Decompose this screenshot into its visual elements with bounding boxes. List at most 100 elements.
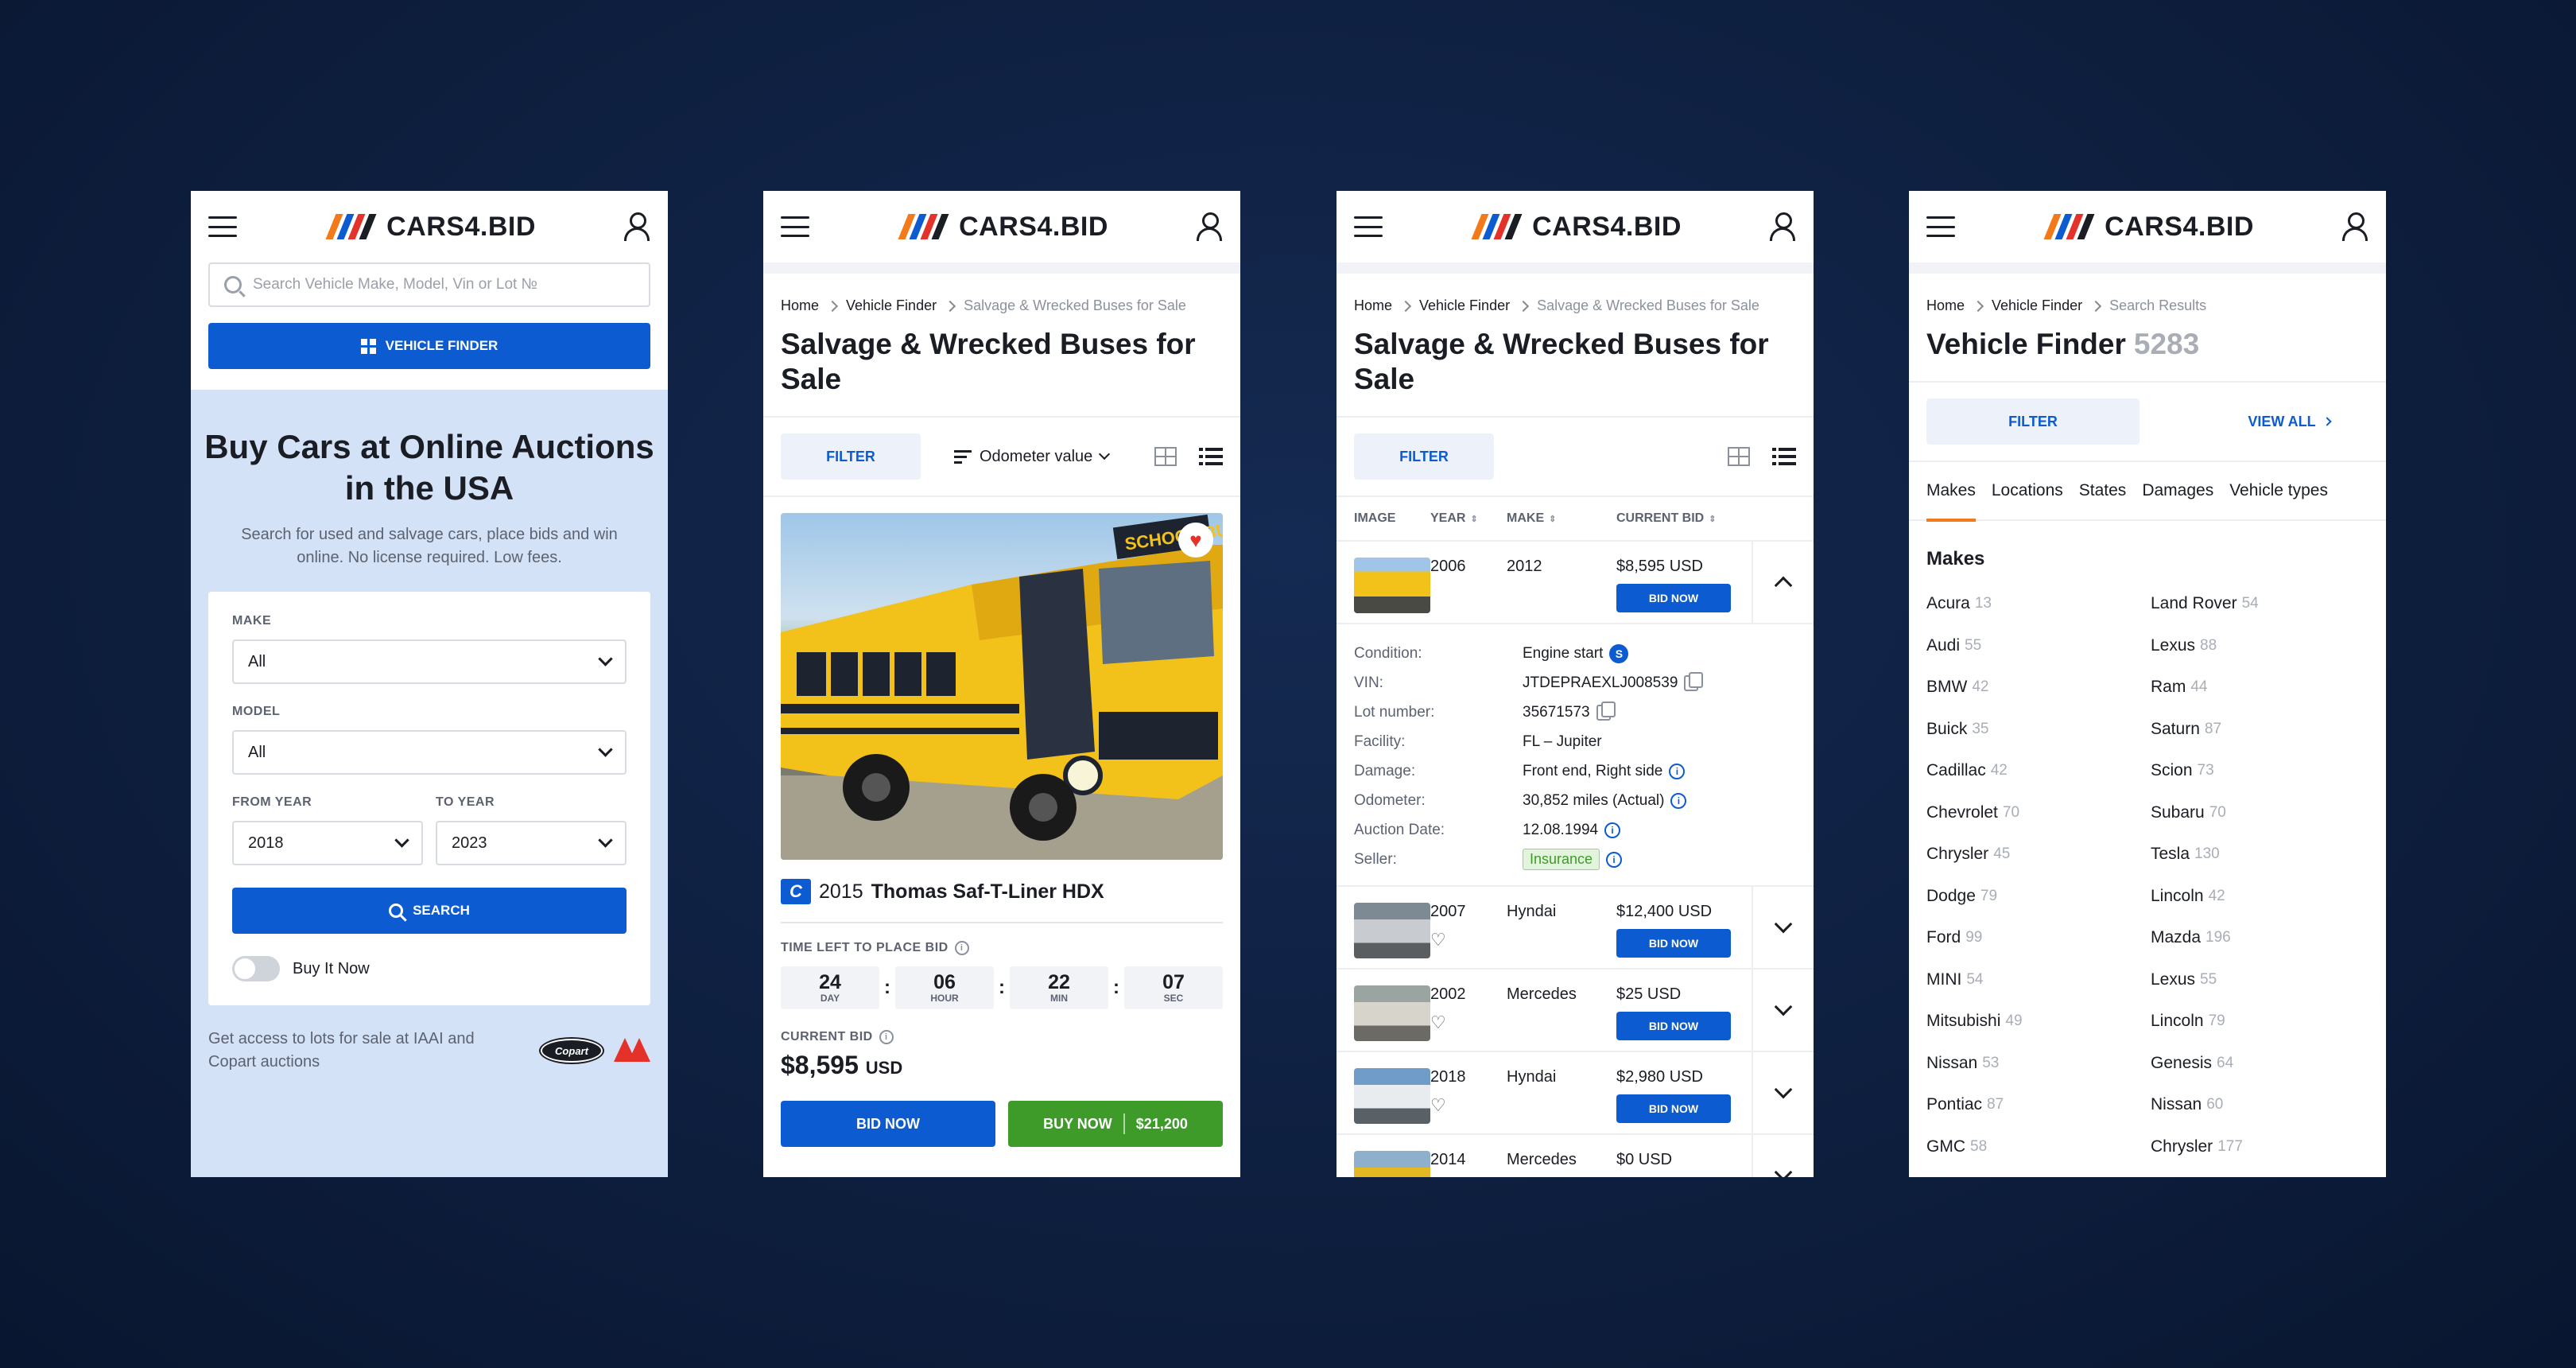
make-link[interactable]: Pontiac 87 [1926, 1084, 2151, 1126]
from-year-select[interactable]: 2018 [232, 821, 423, 865]
list-view-icon[interactable] [1199, 448, 1223, 465]
bid-now-button[interactable]: BID NOW [781, 1101, 995, 1147]
copy-icon[interactable] [1596, 701, 1616, 721]
logo[interactable]: CARS4.BID [324, 212, 536, 243]
breadcrumb-vehicle-finder[interactable]: Vehicle Finder [1419, 297, 1510, 314]
make-link[interactable]: Ram 44 [2151, 667, 2375, 709]
make-link[interactable]: Chrysler 177 [2151, 1126, 2375, 1168]
breadcrumb-vehicle-finder[interactable]: Vehicle Finder [846, 297, 937, 314]
user-icon[interactable] [1196, 212, 1223, 242]
hamburger-icon[interactable] [781, 216, 809, 237]
logo[interactable]: CARS4.BID [2043, 212, 2254, 243]
user-icon[interactable] [2341, 212, 2368, 242]
make-link[interactable]: Chevrolet 70 [1926, 792, 2151, 834]
make-link[interactable]: MINI 54 [1926, 959, 2151, 1001]
heart-outline-icon[interactable]: ♡ [1430, 1014, 1449, 1032]
table-row[interactable]: 2002 ♡ Mercedes $25 USD BID NOW [1336, 970, 1814, 1052]
info-icon[interactable]: i [1606, 851, 1623, 868]
tab-makes[interactable]: Makes [1926, 461, 1976, 522]
make-link[interactable]: Mazda 196 [2151, 917, 2375, 959]
table-row[interactable]: 2007 ♡ Hyndai $12,400 USD BID NOW [1336, 887, 1814, 970]
make-link[interactable]: Lexus 55 [2151, 959, 2375, 1001]
search-button[interactable]: SEARCH [232, 888, 627, 934]
buy-now-button[interactable]: BUY NOW $21,200 [1008, 1101, 1223, 1147]
breadcrumb-vehicle-finder[interactable]: Vehicle Finder [1992, 297, 2082, 314]
table-view-icon[interactable] [1154, 447, 1177, 466]
sort-dropdown[interactable]: Odometer value [954, 448, 1111, 466]
vehicle-thumbnail[interactable] [1354, 1151, 1430, 1177]
table-view-icon[interactable] [1728, 447, 1750, 466]
vehicle-thumbnail[interactable] [1354, 985, 1430, 1041]
make-link[interactable]: Cadillac 42 [1926, 750, 2151, 792]
hamburger-icon[interactable] [208, 216, 237, 237]
make-link[interactable]: Scion 73 [2151, 750, 2375, 792]
make-link[interactable]: Subaru 70 [2151, 792, 2375, 834]
expand-button[interactable] [1752, 1135, 1814, 1177]
filter-button[interactable]: FILTER [1926, 398, 2140, 445]
table-row[interactable]: 2014 Mercedes $0 USD [1336, 1135, 1814, 1177]
make-select[interactable]: All [232, 639, 627, 684]
tab-locations[interactable]: Locations [1992, 461, 2063, 520]
make-link[interactable]: Chrysler 45 [1926, 834, 2151, 876]
bid-now-button[interactable]: BID NOW [1616, 584, 1731, 612]
make-link[interactable]: Lincoln 79 [2151, 1001, 2375, 1043]
expand-button[interactable] [1752, 970, 1814, 1051]
make-link[interactable]: Mitsubishi 49 [1926, 1001, 2151, 1043]
info-icon[interactable]: i [954, 941, 969, 955]
heart-outline-icon[interactable]: ♡ [1430, 931, 1449, 950]
user-icon[interactable] [623, 212, 650, 242]
user-icon[interactable] [1769, 212, 1796, 242]
logo[interactable]: CARS4.BID [1470, 212, 1682, 243]
make-link[interactable]: Ford 99 [1926, 917, 2151, 959]
breadcrumb-home[interactable]: Home [1926, 297, 1965, 314]
make-link[interactable]: Dodge 79 [1926, 876, 2151, 918]
table-row[interactable]: 2006 2012 $8,595 USD BID NOW [1336, 542, 1814, 624]
col-bid[interactable]: CURRENT BID ⇕ [1616, 511, 1752, 526]
col-year[interactable]: YEAR ⇕ [1430, 511, 1507, 526]
make-link[interactable]: Land Rover 54 [2151, 583, 2375, 625]
breadcrumb-home[interactable]: Home [781, 297, 819, 314]
filter-button[interactable]: FILTER [781, 433, 921, 480]
breadcrumb-home[interactable]: Home [1354, 297, 1392, 314]
hamburger-icon[interactable] [1926, 216, 1955, 237]
to-year-select[interactable]: 2023 [436, 821, 627, 865]
make-link[interactable]: Genesis 64 [2151, 1043, 2375, 1085]
vehicle-thumbnail[interactable] [1354, 1068, 1430, 1124]
tab-damages[interactable]: Damages [2142, 461, 2213, 520]
table-row[interactable]: 2018 ♡ Hyndai $2,980 USD BID NOW [1336, 1052, 1814, 1135]
vehicle-thumbnail[interactable] [1354, 558, 1430, 613]
col-make[interactable]: MAKE ⇕ [1507, 511, 1616, 526]
logo[interactable]: CARS4.BID [897, 212, 1108, 243]
bid-now-button[interactable]: BID NOW [1616, 929, 1731, 958]
favorite-heart-icon[interactable]: ♥ [1178, 523, 1213, 558]
model-select[interactable]: All [232, 730, 627, 775]
buy-it-now-toggle[interactable] [232, 956, 280, 981]
hamburger-icon[interactable] [1354, 216, 1383, 237]
heart-outline-icon[interactable]: ♡ [1430, 1097, 1449, 1115]
info-icon[interactable]: i [1669, 763, 1686, 779]
collapse-button[interactable] [1752, 542, 1814, 623]
make-link[interactable]: Acura 13 [1926, 583, 2151, 625]
list-view-icon[interactable] [1772, 448, 1796, 465]
vehicle-title[interactable]: C 2015 Thomas Saf-T-Liner HDX [763, 860, 1240, 922]
make-link[interactable]: GMC 58 [1926, 1126, 2151, 1168]
expand-button[interactable] [1752, 1052, 1814, 1133]
bid-now-button[interactable]: BID NOW [1616, 1012, 1731, 1040]
make-link[interactable]: BMW 42 [1926, 667, 2151, 709]
make-link[interactable]: Tesla 130 [2151, 834, 2375, 876]
vehicle-photo[interactable]: SCHOOL BUS ♥ [781, 513, 1223, 860]
tab-states[interactable]: States [2079, 461, 2127, 520]
view-all-link[interactable]: VIEW ALL [2209, 414, 2368, 430]
bid-now-button[interactable]: BID NOW [1616, 1094, 1731, 1123]
info-icon[interactable]: i [1670, 792, 1687, 809]
filter-button[interactable]: FILTER [1354, 433, 1494, 480]
make-link[interactable]: Lincoln 42 [2151, 876, 2375, 918]
copy-icon[interactable] [1684, 671, 1704, 691]
search-input[interactable]: Search Vehicle Make, Model, Vin or Lot № [208, 262, 650, 307]
expand-button[interactable] [1752, 887, 1814, 968]
make-link[interactable]: Nissan 53 [1926, 1043, 2151, 1085]
info-icon[interactable]: i [1604, 822, 1621, 838]
info-icon[interactable]: i [879, 1030, 894, 1044]
vehicle-thumbnail[interactable] [1354, 903, 1430, 958]
make-link[interactable]: Buick 35 [1926, 709, 2151, 751]
